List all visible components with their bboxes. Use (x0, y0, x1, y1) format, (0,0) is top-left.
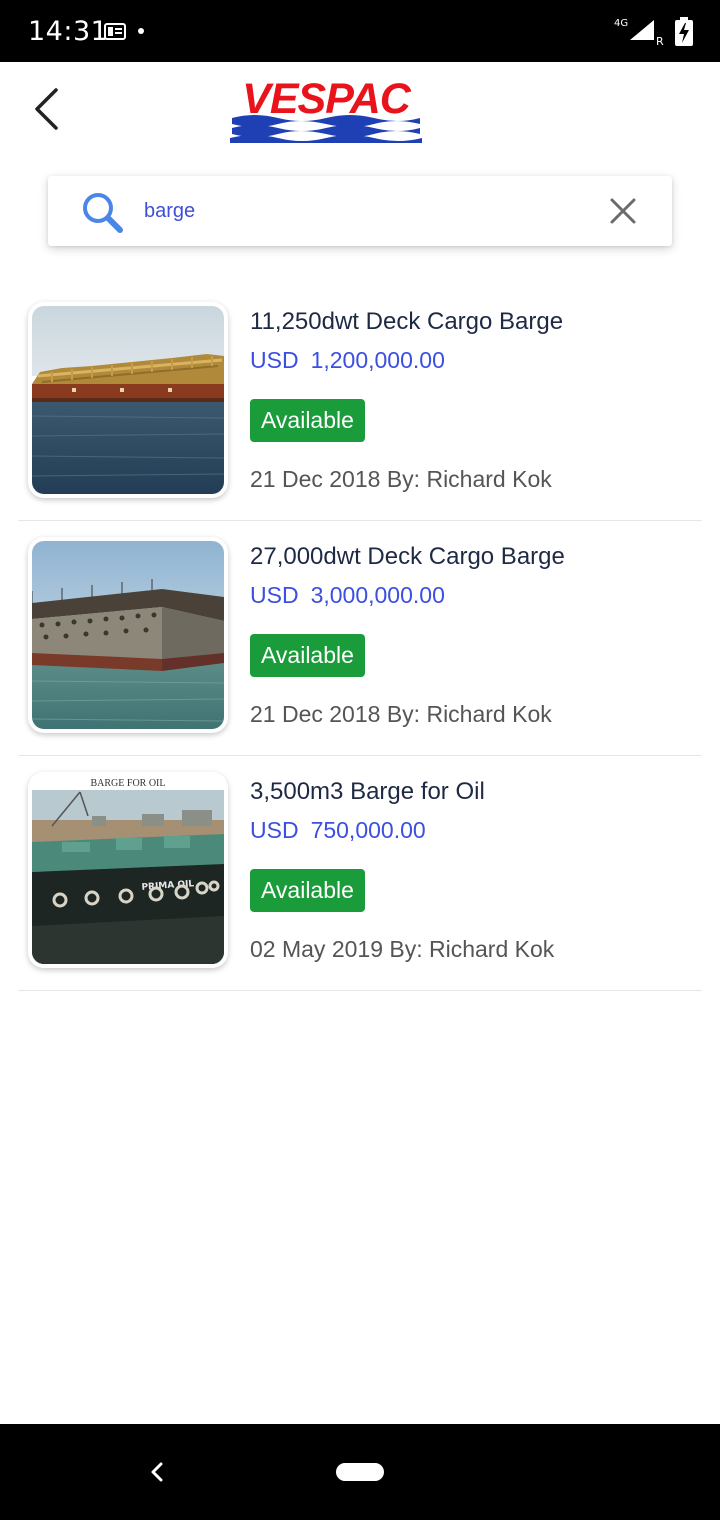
listing-date: 02 May 2019 (250, 936, 383, 962)
listing-title[interactable]: 3,500m3 Barge for Oil (250, 778, 485, 806)
listing-item[interactable]: BARGE FOR OIL PRIMA OIL 3,500m3 Barge fo… (18, 756, 702, 991)
search-bar (48, 176, 672, 246)
logo-waves-icon (230, 115, 422, 143)
back-button[interactable] (22, 84, 72, 134)
listing-thumbnail[interactable] (28, 302, 228, 498)
listing-price: USD 1,200,000.00 (250, 347, 445, 374)
listing-author: Richard Kok (429, 936, 555, 962)
listing-thumbnail[interactable]: BARGE FOR OIL PRIMA OIL (28, 772, 228, 968)
listing-meta: 02 May 2019 By: Richard Kok (250, 936, 554, 963)
vespac-logo: VESPAC (228, 78, 424, 144)
by-label: By: (386, 701, 421, 727)
listing-meta: 21 Dec 2018 By: Richard Kok (250, 466, 552, 493)
listing-price: USD 3,000,000.00 (250, 582, 445, 609)
cell-signal-icon: 4G R (614, 18, 664, 46)
status-bar: 14:31 4G R (0, 0, 720, 62)
price-amount: 3,000,000.00 (310, 582, 445, 608)
system-nav-bar (0, 1424, 720, 1520)
search-input[interactable] (144, 190, 574, 232)
search-icon[interactable] (80, 190, 126, 236)
price-amount: 1,200,000.00 (310, 347, 445, 373)
listing-meta: 21 Dec 2018 By: Richard Kok (250, 701, 552, 728)
listing-date: 21 Dec 2018 (250, 466, 381, 492)
barge-photo (32, 306, 224, 494)
by-label: By: (386, 466, 421, 492)
listing-price: USD 750,000.00 (250, 817, 426, 844)
price-currency: USD (250, 582, 299, 608)
barge-photo (32, 541, 224, 729)
price-currency: USD (250, 347, 299, 373)
nav-home-pill[interactable] (336, 1463, 384, 1481)
listing-item[interactable]: 11,250dwt Deck Cargo Barge USD 1,200,000.… (18, 286, 702, 521)
listing-title[interactable]: 27,000dwt Deck Cargo Barge (250, 543, 565, 571)
network-type-label: 4G (614, 18, 628, 29)
battery-charging-icon (675, 17, 693, 46)
status-time: 14:31 (28, 16, 109, 47)
listing-thumbnail[interactable] (28, 537, 228, 733)
status-badge: Available (250, 634, 365, 677)
image-caption: BARGE FOR OIL (90, 778, 165, 789)
listing-date: 21 Dec 2018 (250, 701, 381, 727)
listing-author: Richard Kok (426, 701, 552, 727)
by-label: By: (389, 936, 423, 962)
status-badge: Available (250, 399, 365, 442)
barge-photo: BARGE FOR OIL PRIMA OIL (32, 776, 224, 964)
clear-search-button[interactable] (608, 196, 638, 226)
nav-back-icon[interactable] (142, 1457, 170, 1487)
roaming-label: R (656, 35, 664, 46)
listing-title[interactable]: 11,250dwt Deck Cargo Barge (250, 308, 563, 336)
listing-item[interactable]: 27,000dwt Deck Cargo Barge USD 3,000,000.… (18, 521, 702, 756)
listing-author: Richard Kok (426, 466, 552, 492)
price-currency: USD (250, 817, 299, 843)
notification-dot (138, 28, 144, 34)
price-amount: 750,000.00 (310, 817, 426, 843)
sim-card-icon (104, 23, 126, 40)
status-badge: Available (250, 869, 365, 912)
